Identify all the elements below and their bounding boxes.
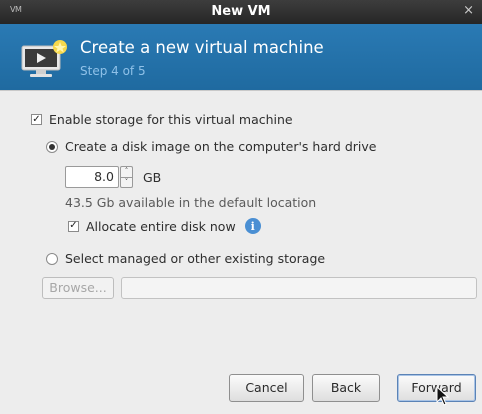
enable-storage-label: Enable storage for this virtual machine [49,112,293,127]
disk-size-row: 8.0 ˄ ˅ GB [65,166,161,188]
select-managed-label: Select managed or other existing storage [65,251,326,266]
close-icon[interactable]: × [463,3,474,18]
window-title: New VM [211,4,271,19]
create-disk-radio[interactable] [46,140,58,153]
browse-button[interactable]: Browse... [42,277,114,299]
enable-storage-checkbox[interactable]: ✓ [31,114,42,125]
allocate-checkbox[interactable]: ✓ [68,220,79,232]
cancel-button[interactable]: Cancel [229,374,304,402]
wizard-step: Step 4 of 5 [80,64,146,78]
allocate-label: Allocate entire disk now [86,218,236,234]
available-space-text: 43.5 Gb available in the default locatio… [65,195,317,210]
create-disk-row[interactable]: Create a disk image on the computer's ha… [46,139,376,154]
spin-down-icon[interactable]: ˅ [120,176,133,188]
disk-size-unit: GB [143,169,162,185]
window-titlebar: VM New VM × [0,0,482,24]
monitor-icon [21,40,67,77]
enable-storage-row[interactable]: ✓ Enable storage for this virtual machin… [31,112,293,127]
wizard-title: Create a new virtual machine [80,38,324,57]
spin-up-icon[interactable]: ˄ [120,166,133,177]
storage-path-input[interactable] [121,277,477,299]
disk-size-input[interactable]: 8.0 [65,166,119,188]
select-managed-radio[interactable] [46,252,58,265]
wizard-header: Create a new virtual machine Step 4 of 5 [0,24,482,90]
mouse-cursor-icon [436,386,450,406]
select-managed-row[interactable]: Select managed or other existing storage [46,251,325,266]
back-button[interactable]: Back [312,374,380,402]
disk-size-stepper[interactable]: ˄ ˅ [120,166,133,188]
create-disk-label: Create a disk image on the computer's ha… [65,139,377,154]
info-icon[interactable]: i [244,218,261,234]
allocate-row[interactable]: ✓ Allocate entire disk now i [68,218,261,234]
